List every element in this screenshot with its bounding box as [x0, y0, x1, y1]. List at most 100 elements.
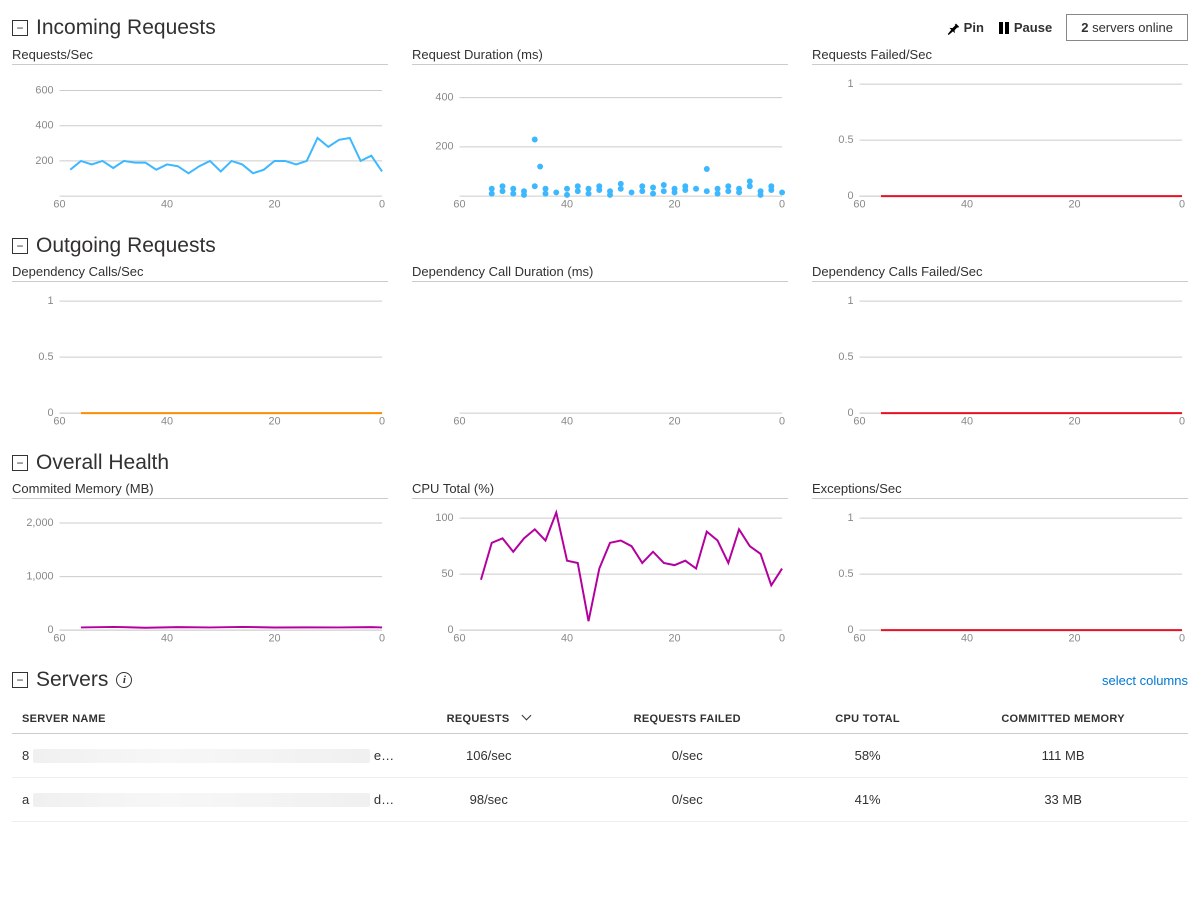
svg-text:60: 60 [853, 632, 865, 644]
table-row[interactable]: 8e…106/sec0/sec58%111 MB [12, 734, 1188, 778]
servers-table-header-row: SERVER NAME REQUESTS REQUESTS FAILED CPU… [12, 704, 1188, 734]
section-header-servers: − Servers i select columns [12, 668, 1188, 692]
svg-text:40: 40 [161, 632, 173, 644]
svg-text:40: 40 [161, 415, 173, 427]
select-columns-link[interactable]: select columns [1102, 673, 1188, 688]
top-controls: Pin Pause 2 servers online [946, 14, 1188, 41]
svg-text:200: 200 [35, 155, 53, 167]
svg-text:40: 40 [561, 632, 573, 644]
svg-text:1: 1 [848, 78, 854, 90]
pause-button[interactable]: Pause [998, 20, 1052, 35]
chart-exceptions-sec[interactable]: Exceptions/Sec00.516040200 [812, 481, 1188, 648]
incoming-chart-row: Requests/Sec2004006006040200 Request Dur… [12, 47, 1188, 214]
chart-title: Dependency Calls/Sec [12, 264, 388, 279]
collapse-toggle-servers[interactable]: − [12, 672, 28, 688]
svg-text:0: 0 [779, 632, 785, 644]
svg-text:2,000: 2,000 [26, 517, 53, 529]
chart-request-duration-ms[interactable]: Request Duration (ms)2004006040200 [412, 47, 788, 214]
svg-text:1: 1 [848, 295, 854, 307]
svg-text:20: 20 [268, 198, 280, 210]
chart-title: Request Duration (ms) [412, 47, 788, 62]
svg-text:200: 200 [435, 141, 453, 153]
server-name-redacted [33, 749, 370, 763]
server-name-redacted [33, 793, 370, 807]
svg-text:0.5: 0.5 [38, 351, 53, 363]
section-header-outgoing: − Outgoing Requests [12, 234, 1188, 258]
servers-table: SERVER NAME REQUESTS REQUESTS FAILED CPU… [12, 704, 1188, 822]
svg-text:1,000: 1,000 [26, 570, 53, 582]
svg-text:20: 20 [668, 198, 680, 210]
svg-text:1: 1 [848, 512, 854, 524]
chevron-down-icon [521, 712, 531, 722]
svg-text:60: 60 [53, 198, 65, 210]
chart-title: Dependency Call Duration (ms) [412, 264, 788, 279]
svg-text:20: 20 [668, 415, 680, 427]
collapse-toggle-outgoing[interactable]: − [12, 238, 28, 254]
svg-text:0.5: 0.5 [838, 351, 853, 363]
pause-icon [998, 21, 1010, 35]
table-row[interactable]: ad…98/sec0/sec41%33 MB [12, 778, 1188, 822]
col-cpu-total[interactable]: CPU TOTAL [797, 704, 938, 734]
cell-requests-failed: 0/sec [577, 734, 797, 778]
pause-label: Pause [1014, 20, 1052, 35]
svg-text:20: 20 [268, 415, 280, 427]
chart-dependency-calls-failed-sec[interactable]: Dependency Calls Failed/Sec00.516040200 [812, 264, 1188, 431]
chart-committed-memory[interactable]: Commited Memory (MB)01,0002,0006040200 [12, 481, 388, 648]
chart-cpu-total[interactable]: CPU Total (%)0501006040200 [412, 481, 788, 648]
collapse-toggle-incoming[interactable]: − [12, 20, 28, 36]
cell-cpu-total: 58% [797, 734, 938, 778]
cell-requests: 106/sec [400, 734, 577, 778]
svg-text:1: 1 [48, 295, 54, 307]
svg-text:400: 400 [435, 91, 453, 103]
svg-text:0: 0 [1179, 632, 1185, 644]
section-header-incoming: − Incoming Requests Pin Pause 2 servers … [12, 14, 1188, 41]
svg-text:60: 60 [453, 198, 465, 210]
svg-text:50: 50 [441, 568, 453, 580]
svg-text:40: 40 [961, 415, 973, 427]
servers-online-count: 2 [1081, 20, 1088, 35]
server-name-suffix: d… [374, 792, 394, 807]
chart-dependency-calls-sec[interactable]: Dependency Calls/Sec00.516040200 [12, 264, 388, 431]
health-chart-row: Commited Memory (MB)01,0002,0006040200 C… [12, 481, 1188, 648]
pin-button[interactable]: Pin [946, 20, 984, 35]
section-title-health: Overall Health [36, 451, 169, 475]
section-title-outgoing: Outgoing Requests [36, 234, 216, 258]
cell-requests: 98/sec [400, 778, 577, 822]
col-requests-label: REQUESTS [447, 713, 510, 725]
svg-text:20: 20 [1068, 632, 1080, 644]
cell-cpu-total: 41% [797, 778, 938, 822]
svg-text:0: 0 [779, 198, 785, 210]
collapse-toggle-health[interactable]: − [12, 455, 28, 471]
info-icon[interactable]: i [116, 672, 132, 688]
pin-label: Pin [964, 20, 984, 35]
svg-text:60: 60 [53, 415, 65, 427]
svg-text:60: 60 [853, 198, 865, 210]
cell-committed-memory: 33 MB [938, 778, 1188, 822]
chart-title: Commited Memory (MB) [12, 481, 388, 496]
svg-text:20: 20 [668, 632, 680, 644]
svg-text:60: 60 [453, 632, 465, 644]
chart-requests-sec[interactable]: Requests/Sec2004006006040200 [12, 47, 388, 214]
svg-text:40: 40 [561, 415, 573, 427]
cell-requests-failed: 0/sec [577, 778, 797, 822]
svg-text:40: 40 [561, 198, 573, 210]
svg-text:0.5: 0.5 [838, 568, 853, 580]
server-name-prefix: 8 [22, 748, 29, 763]
chart-requests-failed-sec[interactable]: Requests Failed/Sec00.516040200 [812, 47, 1188, 214]
col-requests-failed[interactable]: REQUESTS FAILED [577, 704, 797, 734]
chart-title: Requests Failed/Sec [812, 47, 1188, 62]
svg-text:100: 100 [435, 512, 453, 524]
servers-online-button[interactable]: 2 servers online [1066, 14, 1188, 41]
svg-text:60: 60 [453, 415, 465, 427]
chart-title: Dependency Calls Failed/Sec [812, 264, 1188, 279]
col-committed-memory[interactable]: COMMITTED MEMORY [938, 704, 1188, 734]
svg-text:20: 20 [1068, 198, 1080, 210]
col-requests[interactable]: REQUESTS [400, 704, 577, 734]
svg-text:0: 0 [379, 415, 385, 427]
chart-dependency-call-duration-ms[interactable]: Dependency Call Duration (ms)6040200 [412, 264, 788, 431]
svg-text:400: 400 [35, 120, 53, 132]
section-title-incoming: Incoming Requests [36, 16, 216, 40]
svg-text:0: 0 [1179, 198, 1185, 210]
col-server-name[interactable]: SERVER NAME [12, 704, 400, 734]
svg-text:600: 600 [35, 84, 53, 96]
